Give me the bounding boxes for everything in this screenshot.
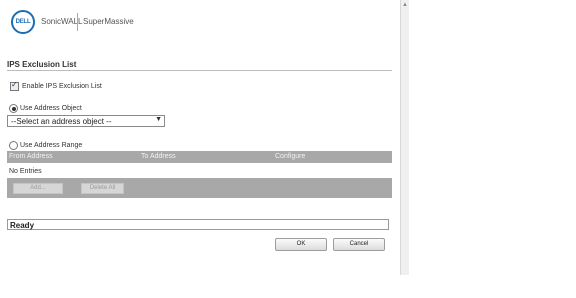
address-object-select-value: --Select an address object -- [11, 117, 112, 126]
column-from-address: From Address [9, 153, 53, 160]
address-object-select[interactable]: --Select an address object -- ▼ [7, 115, 165, 127]
checkmark-icon: ✓ [11, 80, 18, 89]
dialog-window: DELL SonicWALL SuperMassive IPS Exclusio… [0, 0, 400, 275]
dell-logo: DELL [11, 10, 35, 34]
add-range-button[interactable]: Add... [13, 183, 63, 194]
column-to-address: To Address [141, 153, 176, 160]
ok-button[interactable]: OK [275, 238, 327, 251]
column-configure: Configure [275, 153, 306, 160]
use-address-range-radio[interactable] [9, 141, 18, 150]
dropdown-arrow-icon: ▼ [155, 116, 162, 123]
table-empty-text: No Entries [9, 168, 42, 175]
status-bar: Ready [7, 219, 389, 230]
product-name: SuperMassive [83, 17, 134, 26]
blank-area [409, 0, 576, 298]
range-table-header: From Address To Address Configure [7, 151, 392, 163]
range-table-footer [7, 178, 392, 198]
use-address-object-radio[interactable] [9, 104, 18, 113]
enable-exclusion-checkbox[interactable]: ✓ [10, 80, 19, 91]
bottom-blank-area [0, 275, 409, 298]
vertical-scrollbar[interactable]: ▲ [400, 0, 409, 275]
enable-exclusion-label: Enable IPS Exclusion List [22, 83, 102, 90]
brand-divider [77, 13, 78, 31]
section-divider [7, 70, 392, 71]
status-text: Ready [10, 221, 35, 230]
use-address-object-label: Use Address Object [20, 105, 82, 112]
cancel-button[interactable]: Cancel [333, 238, 385, 251]
section-title: IPS Exclusion List [7, 60, 77, 69]
scroll-up-icon[interactable]: ▲ [402, 2, 408, 8]
use-address-range-label: Use Address Range [20, 142, 83, 149]
delete-all-button[interactable]: Delete All [81, 183, 124, 194]
logo-text: DELL [15, 19, 31, 25]
